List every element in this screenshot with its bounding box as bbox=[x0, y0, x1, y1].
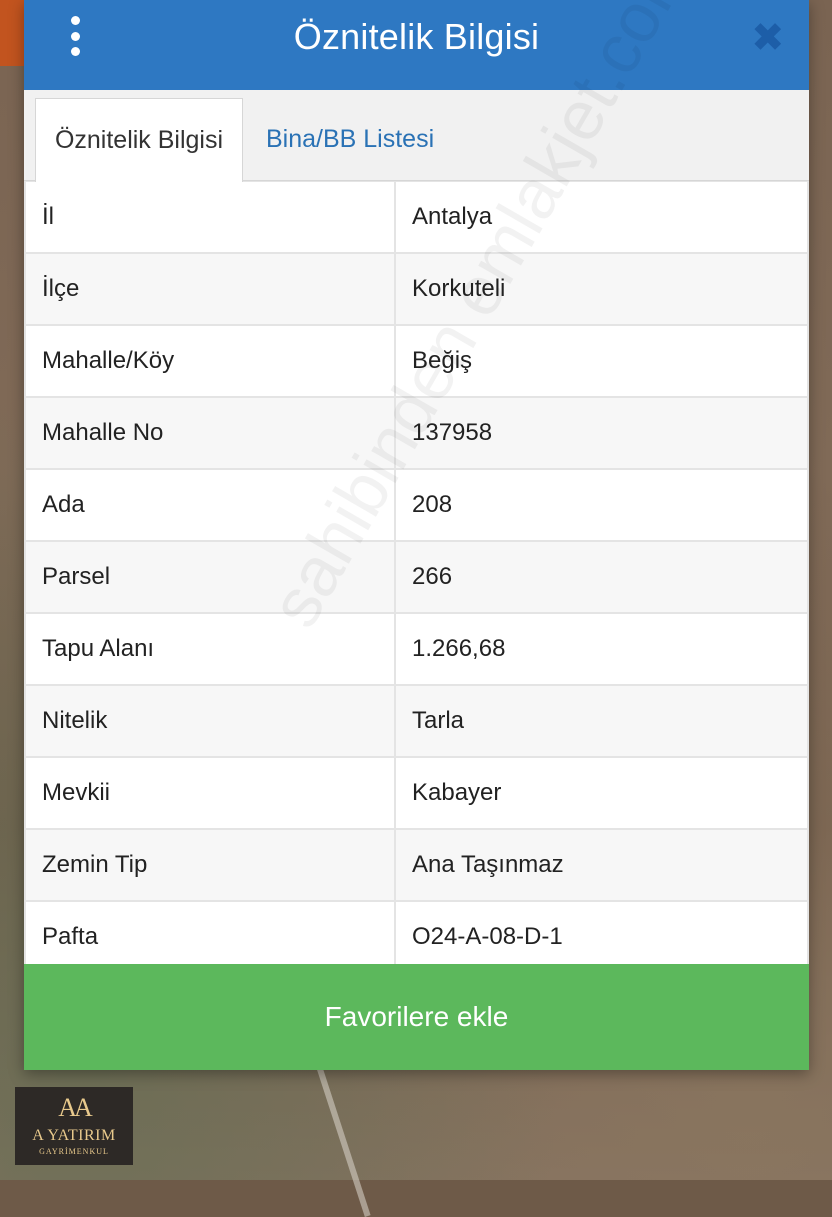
attribute-key: İlçe bbox=[24, 252, 396, 326]
attribute-value: 208 bbox=[394, 468, 809, 542]
attribute-key: Tapu Alanı bbox=[24, 612, 396, 686]
attribute-value: 1.266,68 bbox=[394, 612, 809, 686]
tab-building-list[interactable]: Bina/BB Listesi bbox=[266, 98, 434, 180]
attribute-info-dialog: Öznitelik Bilgisi ✖ Öznitelik Bilgisi Bi… bbox=[24, 0, 809, 1070]
table-row: Mahalle/Köy Beğiş bbox=[24, 324, 809, 398]
table-row: İlçe Korkuteli bbox=[24, 252, 809, 326]
attribute-value: Tarla bbox=[394, 684, 809, 758]
attribute-key: Pafta bbox=[24, 900, 396, 974]
attribute-key: Zemin Tip bbox=[24, 828, 396, 902]
table-row: Mahalle No 137958 bbox=[24, 396, 809, 470]
table-row: Ada 208 bbox=[24, 468, 809, 542]
attribute-value: Ana Taşınmaz bbox=[394, 828, 809, 902]
tab-attribute-info[interactable]: Öznitelik Bilgisi bbox=[35, 98, 243, 182]
attribute-key: İl bbox=[24, 181, 396, 254]
table-row: Pafta O24-A-08-D-1 bbox=[24, 900, 809, 974]
attribute-table: İl Antalya İlçe Korkuteli Mahalle/Köy Beğiş… bbox=[24, 181, 809, 974]
logo-subtitle: GAYRİMENKUL bbox=[39, 1147, 109, 1156]
attribute-value: Beğiş bbox=[394, 324, 809, 398]
table-row: Nitelik Tarla bbox=[24, 684, 809, 758]
attribute-key: Nitelik bbox=[24, 684, 396, 758]
attribute-value: Korkuteli bbox=[394, 252, 809, 326]
tab-bar: Öznitelik Bilgisi Bina/BB Listesi bbox=[24, 90, 809, 182]
table-row: İl Antalya bbox=[24, 181, 809, 254]
attribute-value: Kabayer bbox=[394, 756, 809, 830]
table-row: Zemin Tip Ana Taşınmaz bbox=[24, 828, 809, 902]
table-row: Tapu Alanı 1.266,68 bbox=[24, 612, 809, 686]
table-row: Mevkii Kabayer bbox=[24, 756, 809, 830]
attribute-value: Antalya bbox=[394, 181, 809, 254]
attribute-value: 266 bbox=[394, 540, 809, 614]
attribute-key: Mahalle No bbox=[24, 396, 396, 470]
dialog-title: Öznitelik Bilgisi bbox=[293, 16, 540, 57]
close-icon[interactable]: ✖ bbox=[751, 18, 785, 58]
attribute-key: Parsel bbox=[24, 540, 396, 614]
attribute-key: Mevkii bbox=[24, 756, 396, 830]
attribute-key: Mahalle/Köy bbox=[24, 324, 396, 398]
add-to-favorites-button[interactable]: Favorilere ekle bbox=[24, 964, 809, 1070]
logo-name: A YATIRIM bbox=[32, 1127, 116, 1144]
map-layer-strip bbox=[0, 0, 24, 66]
logo-mark: AA bbox=[58, 1093, 93, 1122]
attribute-key: Ada bbox=[24, 468, 396, 542]
attribute-value: 137958 bbox=[394, 396, 809, 470]
attribute-value: O24-A-08-D-1 bbox=[394, 900, 809, 974]
company-logo: AA A YATIRIM GAYRİMENKUL bbox=[15, 1087, 133, 1165]
table-row: Parsel 266 bbox=[24, 540, 809, 614]
dialog-header: Öznitelik Bilgisi ✖ bbox=[24, 0, 809, 90]
